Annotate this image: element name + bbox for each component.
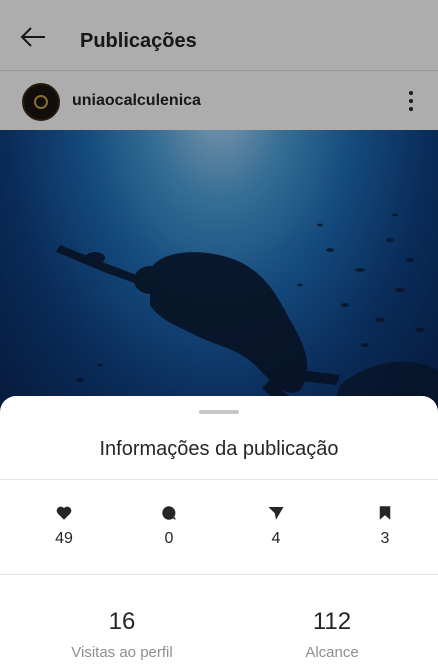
comments-count: 0 bbox=[164, 530, 174, 547]
divider bbox=[0, 479, 438, 480]
profile-visits-stat: 16 Visitas ao perfil bbox=[42, 608, 202, 661]
profile-visits-value: 16 bbox=[108, 608, 136, 635]
divider bbox=[0, 574, 438, 575]
comments-metric: 0 bbox=[139, 504, 199, 548]
profile-visits-label: Visitas ao perfil bbox=[71, 644, 173, 661]
reach-stat: 112 Alcance bbox=[252, 608, 412, 661]
saves-metric: 3 bbox=[355, 504, 415, 548]
post-insights-sheet: Informações da publicação 49 0 4 3 16 Vi… bbox=[0, 396, 438, 664]
shares-metric: 4 bbox=[246, 504, 306, 548]
likes-count: 49 bbox=[55, 530, 73, 547]
saves-count: 3 bbox=[380, 530, 390, 547]
drag-handle[interactable] bbox=[199, 410, 239, 414]
comment-icon bbox=[162, 506, 176, 520]
reach-label: Alcance bbox=[305, 644, 359, 661]
likes-metric: 49 bbox=[34, 504, 94, 548]
heart-icon bbox=[56, 506, 72, 520]
reach-value: 112 bbox=[312, 608, 352, 635]
send-icon bbox=[268, 507, 284, 520]
sheet-title: Informações da publicação bbox=[99, 438, 339, 460]
bookmark-icon bbox=[379, 506, 391, 520]
shares-count: 4 bbox=[271, 530, 281, 547]
